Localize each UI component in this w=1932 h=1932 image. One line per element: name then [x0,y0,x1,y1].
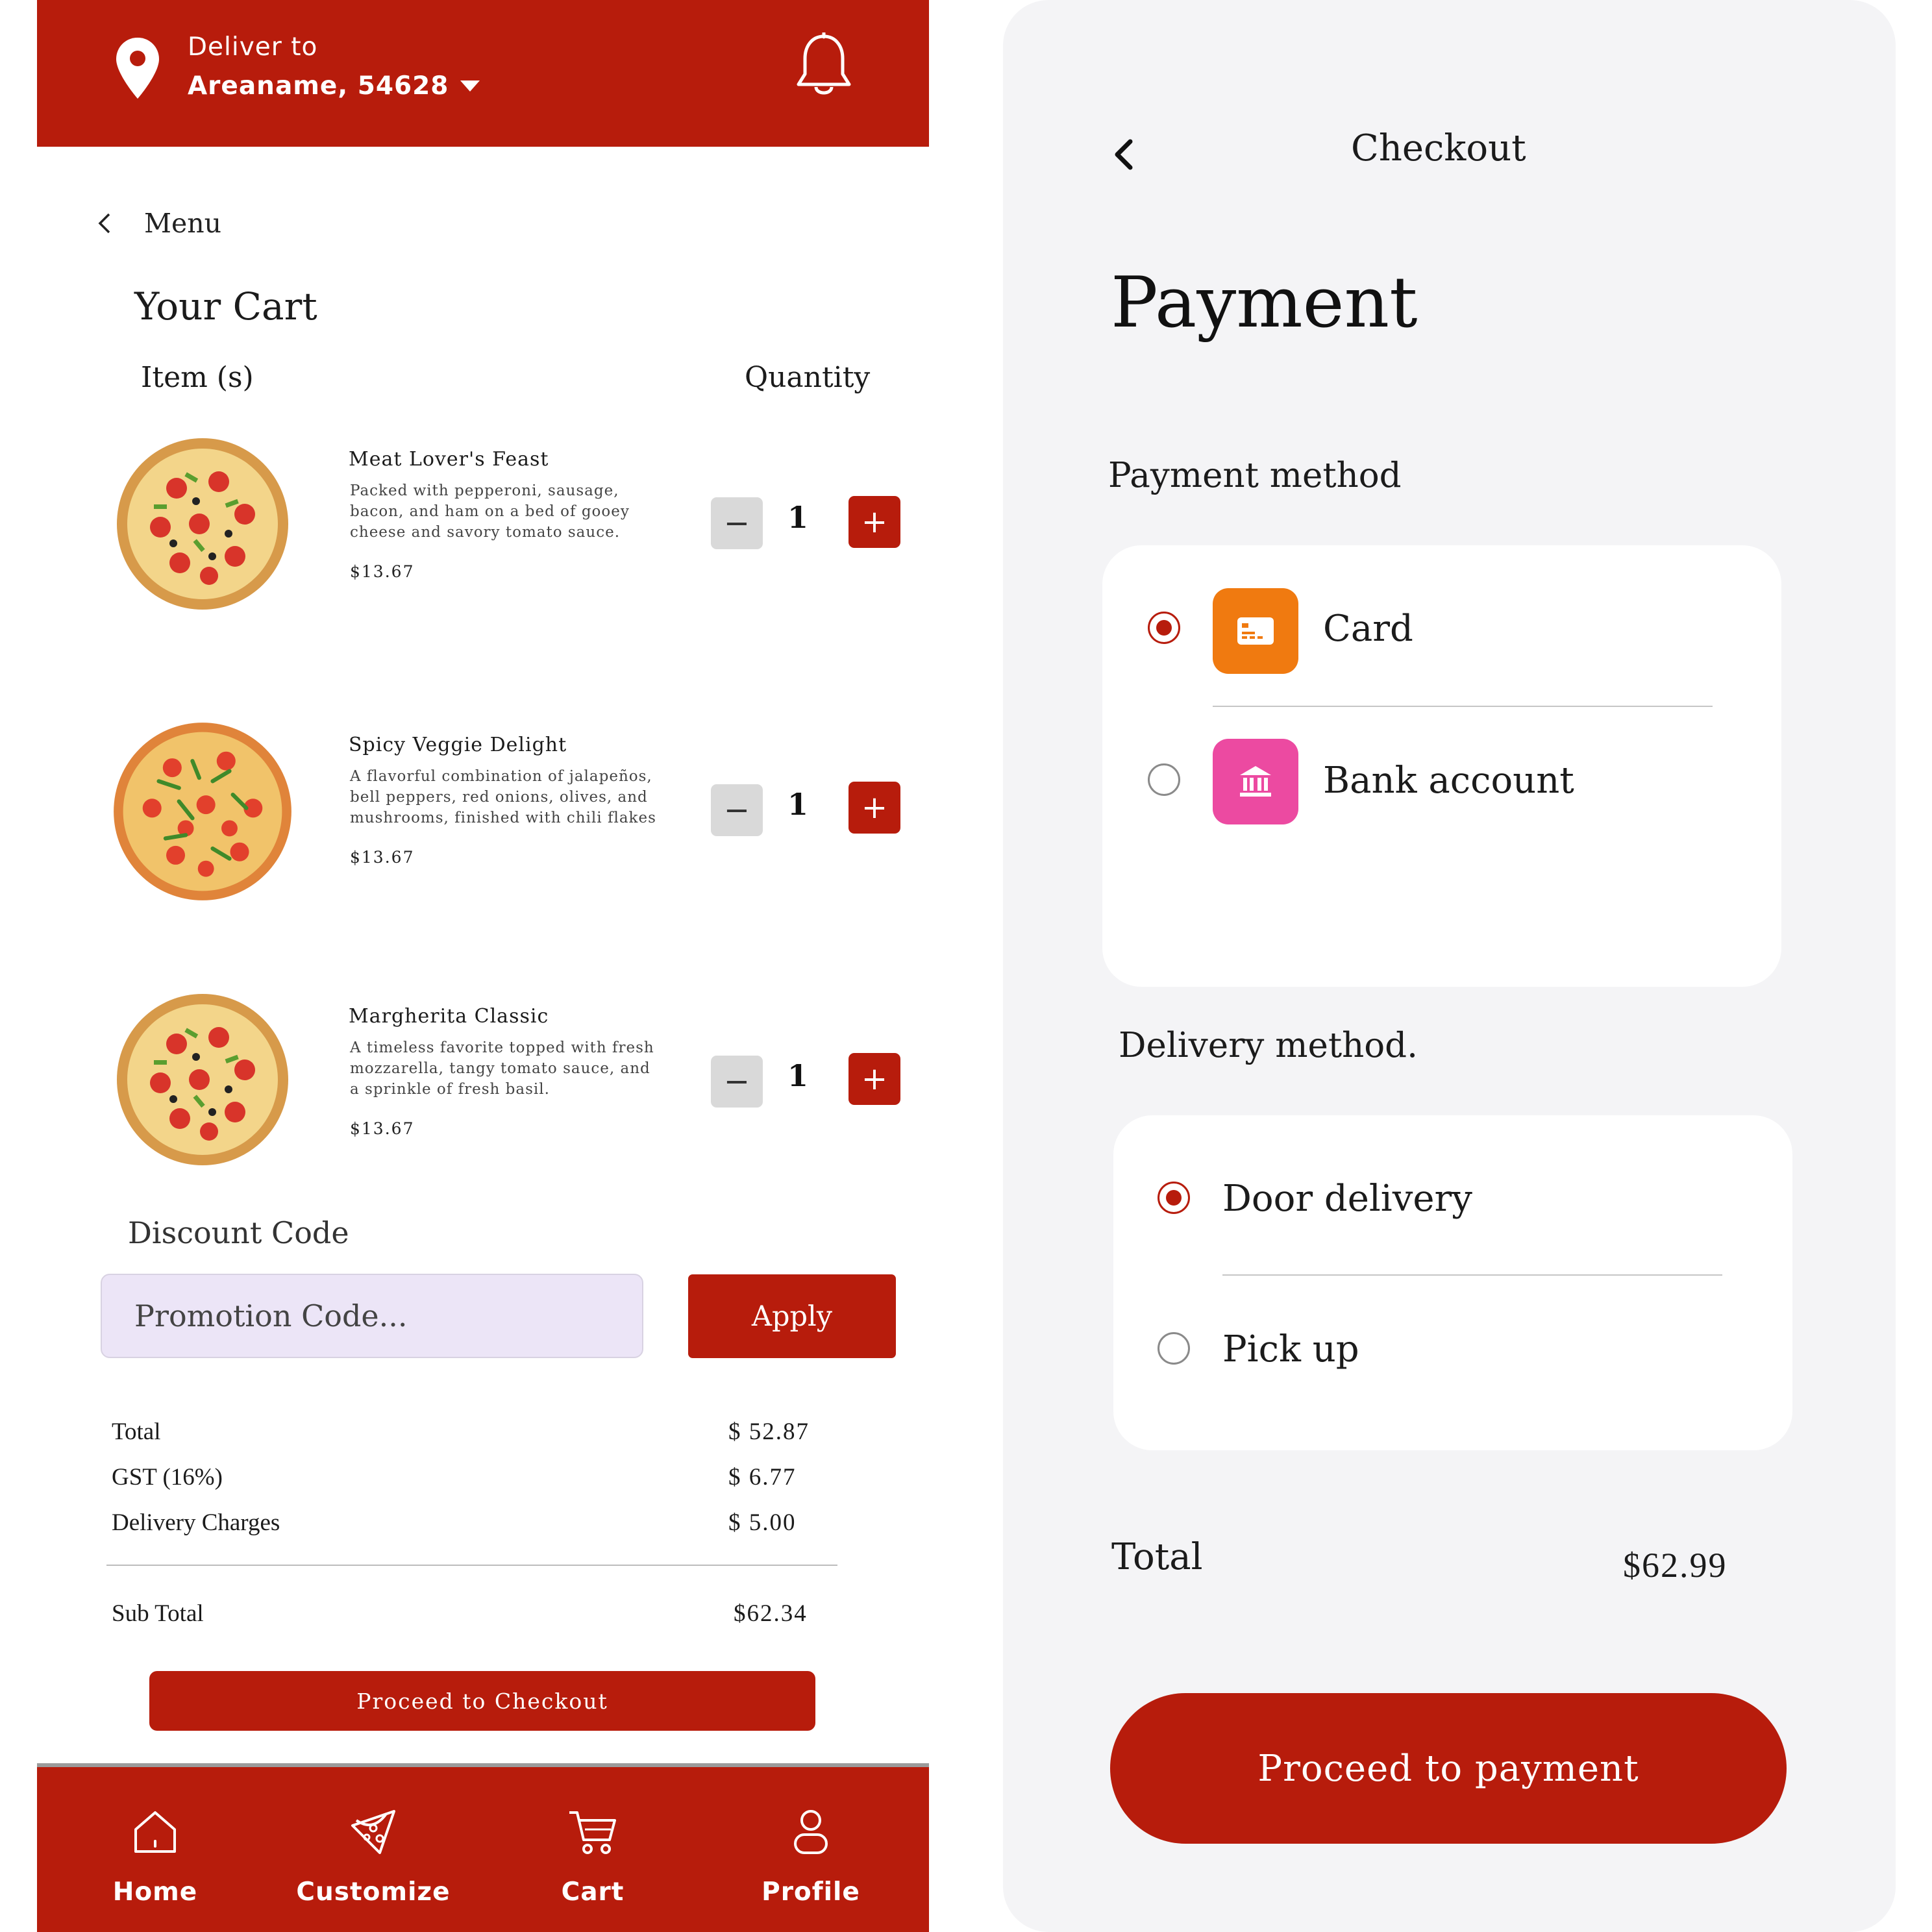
item-price: $13.67 [350,1119,415,1138]
payment-method-card: Card Bank account [1102,545,1781,987]
page-title: Checkout [1351,127,1526,169]
pizza-image [114,723,291,900]
quantity-value: 1 [787,500,808,535]
radio-bank-account[interactable] [1148,763,1180,796]
back-arrow-icon[interactable] [1106,135,1145,174]
item-description: A timeless favorite topped with fresh mo… [350,1037,662,1100]
column-header-item: Item (s) [141,361,254,394]
nav-label: Profile [762,1877,860,1907]
cart-item: Meat Lover's Feast Packed with pepperoni… [37,428,929,623]
subtotal-label: Sub Total [112,1600,204,1627]
total-value: $62.99 [1623,1546,1728,1585]
back-label: Menu [144,208,222,239]
delivery-charges-label: Delivery Charges [112,1509,280,1536]
item-description-line: Packed with pepperoni, sausage, [350,482,619,499]
item-description-line: mushrooms, finished with chili flakes [350,810,656,826]
decrease-quantity-button[interactable]: − [711,784,763,836]
nav-item-home[interactable]: Home [71,1806,240,1907]
total-label: Total [1111,1536,1203,1578]
payment-option-label: Bank account [1323,760,1574,802]
deliver-to-label: Deliver to [188,32,318,62]
payment-heading: Payment [1111,262,1418,343]
apply-button[interactable]: Apply [688,1274,896,1358]
radio-pick-up[interactable] [1158,1332,1190,1365]
pizza-slice-icon [351,1810,395,1854]
top-bar: Deliver to Areaname, 54628 [37,0,929,147]
item-description: A flavorful combination of jalapeños, be… [350,766,662,828]
discount-code-title: Discount Code [128,1215,349,1250]
radio-door-delivery[interactable] [1158,1182,1190,1214]
proceed-to-checkout-button[interactable]: Proceed to Checkout [149,1671,815,1731]
caret-down-icon [460,80,480,92]
cart-item: Margherita Classic A timeless favorite t… [37,985,929,1180]
cart-screen: Deliver to Areaname, 54628 Menu Your Car… [37,0,929,1932]
item-description-line: cheese and savory tomato sauce. [350,524,621,541]
delivery-method-card: Door delivery Pick up [1113,1115,1792,1450]
item-name: Margherita Classic [349,1005,549,1028]
item-description-line: A flavorful combination of jalapeños, [350,768,652,785]
item-price: $13.67 [350,848,415,867]
payment-option-label: Card [1323,608,1413,650]
item-description-line: A timeless favorite topped with fresh [350,1039,654,1056]
home-icon [134,1811,176,1853]
increase-quantity-button[interactable]: + [848,782,900,834]
decrease-quantity-button[interactable]: − [711,497,763,549]
chevron-left-icon [98,213,110,234]
option-divider [1213,706,1713,707]
user-icon [794,1810,828,1854]
nav-label: Home [112,1877,198,1907]
increase-quantity-button[interactable]: + [848,1053,900,1105]
nav-label: Cart [561,1877,625,1907]
promotion-code-input[interactable] [101,1274,643,1358]
credit-card-icon [1213,588,1298,674]
nav-item-customize[interactable]: Customize [289,1806,458,1907]
nav-item-cart[interactable]: Cart [508,1806,677,1907]
page-title: Your Cart [134,284,317,328]
summary-divider [106,1565,837,1566]
item-description: Packed with pepperoni, sausage, bacon, a… [350,480,662,543]
nav-item-profile[interactable]: Profile [726,1806,895,1907]
item-description-line: bell peppers, red onions, olives, and [350,789,648,806]
delivery-area-text: Areaname, 54628 [188,71,449,101]
decrease-quantity-button[interactable]: − [711,1056,763,1108]
delivery-area-selector[interactable]: Areaname, 54628 [188,71,480,101]
pizza-image [117,994,288,1165]
column-header-quantity: Quantity [745,361,871,394]
delivery-charges-value: $ 5.00 [728,1509,797,1536]
bottom-navigation: Home Customize Cart Profile [37,1763,929,1932]
subtotal-value: $62.34 [734,1600,808,1627]
radio-card[interactable] [1148,612,1180,644]
gst-label: GST (16%) [112,1464,223,1491]
nav-label: Customize [296,1877,451,1907]
bell-icon[interactable] [793,32,854,100]
item-name: Spicy Veggie Delight [349,734,567,756]
payment-method-title: Payment method [1108,456,1402,495]
item-description-line: a sprinkle of fresh basil. [350,1081,550,1098]
gst-value: $ 6.77 [728,1464,797,1491]
pizza-image [117,438,288,610]
proceed-to-payment-button[interactable]: Proceed to payment [1110,1693,1787,1844]
cart-item: Spicy Veggie Delight A flavorful combina… [37,714,929,909]
item-name: Meat Lover's Feast [349,448,549,471]
delivery-option-label: Pick up [1222,1328,1359,1370]
delivery-method-title: Delivery method. [1119,1026,1418,1065]
increase-quantity-button[interactable]: + [848,496,900,548]
delivery-option-label: Door delivery [1222,1178,1472,1220]
map-pin-icon [116,38,159,99]
quantity-value: 1 [787,787,808,822]
item-description-line: bacon, and ham on a bed of gooey [350,503,630,520]
quantity-value: 1 [787,1058,808,1093]
item-description-line: mozzarella, tangy tomato sauce, and [350,1060,650,1077]
bank-icon [1213,739,1298,824]
total-value: $ 52.87 [728,1418,810,1445]
back-to-menu[interactable]: Menu [92,208,221,239]
option-divider [1222,1274,1722,1276]
item-price: $13.67 [350,562,415,581]
checkout-screen: Checkout Payment Payment method Card Ban… [1003,0,1896,1932]
cart-icon [569,1811,616,1854]
total-label: Total [112,1418,161,1445]
